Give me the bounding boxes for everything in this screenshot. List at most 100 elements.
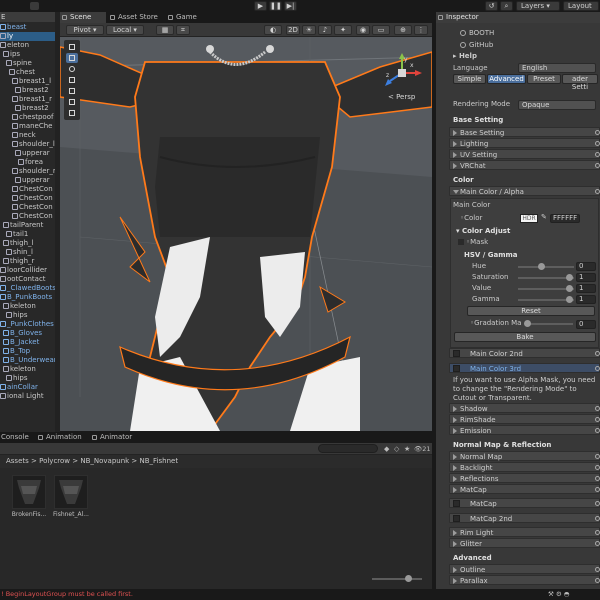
hand-tool[interactable] <box>66 42 78 52</box>
hierarchy-item[interactable]: hips <box>0 311 27 320</box>
rect-tool[interactable] <box>66 86 78 96</box>
main-color-alpha-foldout[interactable]: Main Color / Alpha <box>449 186 600 196</box>
hierarchy-item[interactable]: B_PunkBoots <box>0 293 52 302</box>
help-foldout[interactable]: ▸ Help <box>436 51 600 62</box>
pivot-dropdown[interactable]: Pivot ▾ <box>66 25 104 35</box>
color-adjust-foldout[interactable]: ▾ Color Adjust <box>436 226 600 237</box>
asset-thumbnail[interactable] <box>54 475 88 509</box>
gradation-slider-knob[interactable] <box>524 320 531 327</box>
hierarchy-item[interactable]: chestpoof <box>0 113 53 122</box>
outline-foldout[interactable]: Outline <box>449 564 600 574</box>
hierarchy-item[interactable]: breast1_l <box>0 77 51 86</box>
hierarchy-item[interactable]: breast1_r <box>0 95 52 104</box>
camera-dropdown[interactable]: ▭ <box>372 25 390 35</box>
hierarchy-item[interactable]: loorCollider <box>0 266 47 275</box>
hierarchy-item[interactable]: forea <box>0 158 43 167</box>
language-dropdown[interactable]: English <box>518 63 596 73</box>
mode-preset-button[interactable]: Preset <box>527 74 561 84</box>
hierarchy-item[interactable]: B_Top <box>0 347 30 356</box>
gizmos-dropdown[interactable]: ⊕ <box>394 25 412 35</box>
hierarchy-item[interactable]: ional Light <box>0 392 44 401</box>
main-color-3rd-foldout[interactable]: Main Color 3rd <box>449 363 600 373</box>
mode-advanced-button[interactable]: Advanced <box>487 74 526 84</box>
hsv-value-input[interactable]: 1 <box>576 284 596 293</box>
gear-icon[interactable] <box>595 152 600 157</box>
hidden-objects-icon[interactable]: ◉ <box>356 25 370 35</box>
history-icon[interactable]: ↺ <box>485 1 498 11</box>
hierarchy-item[interactable]: keleton <box>0 365 36 374</box>
gear-icon[interactable] <box>595 406 600 411</box>
favorite-icon[interactable]: ★ <box>404 445 410 453</box>
mask-texture-slot[interactable] <box>458 239 464 245</box>
snap-icon[interactable]: ⌗ <box>176 25 190 35</box>
hierarchy-item[interactable]: ChestCon <box>0 203 53 212</box>
breadcrumb[interactable]: Assets > Polycrow > NB_Novapunk > NB_Fis… <box>0 455 432 468</box>
hierarchy-item[interactable]: upperar <box>0 176 50 185</box>
scene-viewport[interactable]: y x z < Persp <box>60 37 432 431</box>
gear-icon[interactable] <box>595 130 600 135</box>
normal-map-foldout[interactable]: Normal Map <box>449 451 600 461</box>
hierarchy-item[interactable]: chest <box>0 68 35 77</box>
vrchat-foldout[interactable]: VRChat <box>449 160 600 170</box>
status-bar[interactable]: ! BeginLayoutGroup must be called first.… <box>0 589 600 600</box>
hierarchy-item[interactable]: shoulder_r <box>0 167 56 176</box>
main-color-2nd-foldout[interactable]: Main Color 2nd <box>449 348 600 358</box>
pause-button[interactable]: ❚❚ <box>269 1 282 11</box>
gear-icon[interactable] <box>595 567 600 572</box>
reset-button[interactable]: Reset <box>467 306 595 316</box>
base-setting-foldout[interactable]: Base Setting <box>449 127 600 137</box>
shading-dropdown[interactable]: ◐ <box>264 25 282 35</box>
rimshade-foldout[interactable]: RimShade <box>449 414 600 424</box>
hierarchy-item[interactable]: tailParent <box>0 221 43 230</box>
gear-icon[interactable] <box>595 516 600 521</box>
tab-console[interactable]: Console <box>0 432 34 443</box>
hierarchy-item[interactable]: beast <box>0 23 26 32</box>
gear-icon[interactable] <box>595 141 600 146</box>
custom-tool[interactable] <box>66 108 78 118</box>
filter-type-icon[interactable]: ◆ <box>384 445 389 453</box>
lighting-foldout[interactable]: Lighting <box>449 138 600 148</box>
hsv-value-input[interactable]: 1 <box>576 295 596 304</box>
parallax-foldout[interactable]: Parallax <box>449 575 600 585</box>
hierarchy-item[interactable]: ChestCon <box>0 194 53 203</box>
thumbnail-size-slider[interactable] <box>372 578 422 580</box>
thumbnail-size-knob[interactable] <box>405 575 412 582</box>
mode-simple-button[interactable]: Simple <box>453 74 486 84</box>
emission-foldout[interactable]: Emission <box>449 425 600 435</box>
mode-2d-button[interactable]: 2D <box>286 25 300 35</box>
gear-icon[interactable] <box>595 366 600 371</box>
gear-icon[interactable] <box>595 476 600 481</box>
gear-icon[interactable] <box>595 541 600 546</box>
gear-icon[interactable] <box>595 417 600 422</box>
audio-icon[interactable]: ♪ <box>318 25 332 35</box>
hdr-color-swatch[interactable]: HDR <box>520 214 538 223</box>
gizmo-x-axis[interactable] <box>415 70 422 76</box>
tab-scene[interactable]: Scene <box>60 12 106 23</box>
hierarchy-item[interactable]: _ClawedBoots <box>0 284 56 293</box>
filter-label-icon[interactable]: ◇ <box>394 445 399 453</box>
hierarchy-item[interactable]: ootContact <box>0 275 46 284</box>
reflections-foldout[interactable]: Reflections <box>449 473 600 483</box>
layout-dropdown[interactable]: Layout <box>563 1 599 11</box>
hierarchy-item[interactable]: spine <box>0 59 32 68</box>
gear-icon[interactable] <box>595 501 600 506</box>
eyedropper-icon[interactable]: ✎ <box>541 213 547 221</box>
asset-thumbnail[interactable] <box>12 475 46 509</box>
hierarchy-item[interactable]: ly <box>0 32 60 41</box>
hierarchy-item[interactable]: shoulder_l <box>0 140 55 149</box>
uv-setting-foldout[interactable]: UV Setting <box>449 149 600 159</box>
matcap-1st-foldout[interactable]: MatCap <box>449 498 600 508</box>
gear-icon[interactable] <box>595 189 600 194</box>
step-button[interactable]: ▶| <box>284 1 297 11</box>
hierarchy-item[interactable]: ainCollar <box>0 383 38 392</box>
gear-icon[interactable] <box>595 487 600 492</box>
hierarchy-item[interactable]: eleton <box>0 41 29 50</box>
matcap-checkbox[interactable] <box>453 500 460 507</box>
account-icon[interactable] <box>30 2 39 10</box>
hierarchy-item[interactable]: breast2 <box>0 104 49 113</box>
transform-tool[interactable] <box>66 97 78 107</box>
rendering-mode-dropdown[interactable]: Opaque <box>518 100 596 110</box>
glitter-foldout[interactable]: Glitter <box>449 538 600 548</box>
local-dropdown[interactable]: Local ▾ <box>106 25 144 35</box>
hierarchy-item[interactable]: hips <box>0 374 27 383</box>
